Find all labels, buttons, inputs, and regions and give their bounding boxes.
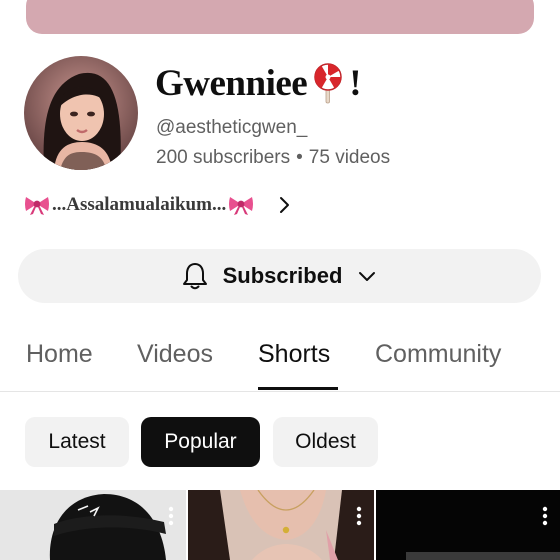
description-text: ...Assalamualaikum... [52,194,227,215]
chevron-down-icon [356,265,378,287]
ribbon-bow-icon [24,194,50,216]
channel-handle: @aestheticgwen_ [156,117,308,138]
video-count: 75 videos [308,147,391,168]
short-thumbnail[interactable] [188,490,374,560]
subscribed-button[interactable]: Subscribed [18,249,541,303]
tab-shorts[interactable]: Shorts [258,340,330,369]
more-vert-icon[interactable] [168,506,174,526]
channel-description[interactable]: ...Assalamualaikum... [24,192,296,218]
lollipop-icon [311,62,345,104]
active-tab-indicator [258,387,338,390]
bell-icon [181,261,209,291]
chip-latest[interactable]: Latest [25,417,129,467]
channel-tabs: Home Videos Shorts Community [0,332,560,392]
channel-name: Gwenniee ! [155,60,362,106]
more-vert-icon[interactable] [542,506,548,526]
subscriber-count: 200 subscribers [156,147,291,168]
chevron-right-icon[interactable] [272,193,296,217]
chip-oldest[interactable]: Oldest [273,417,378,467]
chip-popular[interactable]: Popular [141,417,260,467]
ribbon-bow-icon [228,194,254,216]
stats-separator: • [296,147,303,168]
subscribed-label: Subscribed [222,263,343,288]
short-thumbnail[interactable] [0,490,186,560]
channel-name-text: Gwenniee [155,62,308,104]
more-vert-icon[interactable] [356,506,362,526]
tab-community[interactable]: Community [375,340,501,369]
channel-name-suffix: ! [349,62,362,104]
tab-videos[interactable]: Videos [137,340,213,369]
short-thumbnail[interactable] [376,490,560,560]
channel-avatar[interactable] [24,56,138,170]
tab-home[interactable]: Home [26,340,93,369]
channel-stats: 200 subscribers • 75 videos [156,147,390,169]
channel-banner [26,0,534,34]
